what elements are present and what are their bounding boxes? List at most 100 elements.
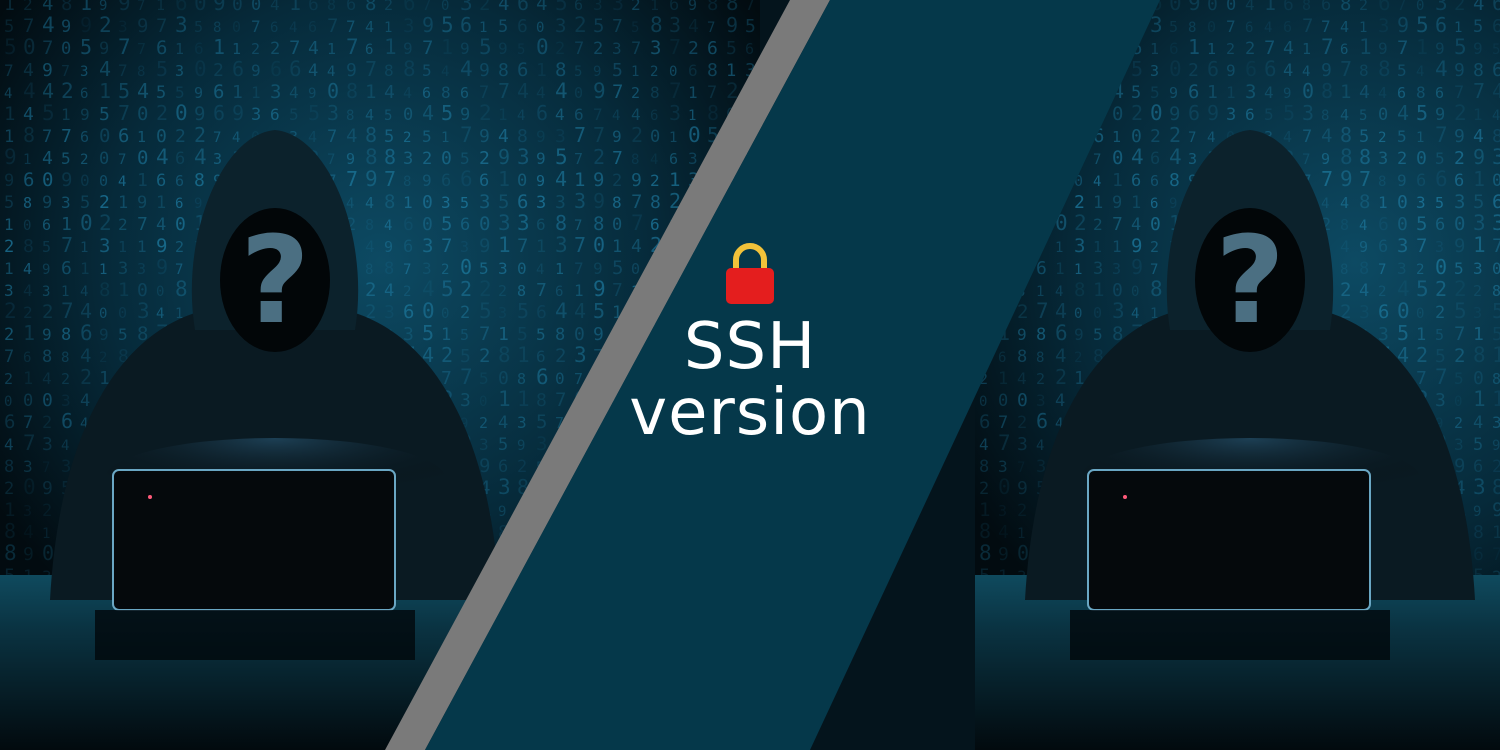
svg-text:6: 6 — [498, 457, 508, 477]
svg-text:1: 1 — [1416, 35, 1428, 59]
svg-text:8: 8 — [555, 59, 566, 81]
svg-text:0: 0 — [1397, 299, 1410, 323]
svg-text:6: 6 — [1283, 0, 1294, 15]
svg-text:9: 9 — [1207, 101, 1219, 125]
svg-text:4: 4 — [61, 438, 69, 454]
svg-text:5: 5 — [1093, 325, 1103, 344]
svg-text:6: 6 — [42, 216, 51, 234]
svg-text:1: 1 — [669, 169, 680, 191]
svg-text:1: 1 — [1055, 259, 1065, 278]
svg-text:0: 0 — [1492, 259, 1500, 278]
svg-text:0: 0 — [441, 148, 452, 169]
svg-text:5: 5 — [194, 18, 203, 36]
svg-text:9: 9 — [194, 103, 205, 125]
svg-text:5: 5 — [631, 20, 639, 36]
svg-text:9: 9 — [1473, 145, 1485, 169]
svg-text:1: 1 — [1473, 105, 1483, 124]
svg-text:8: 8 — [1340, 145, 1353, 169]
svg-text:8: 8 — [365, 0, 376, 15]
svg-text:2: 2 — [441, 262, 449, 278]
svg-text:7: 7 — [460, 365, 473, 389]
svg-text:2: 2 — [1055, 365, 1067, 389]
svg-text:9: 9 — [403, 39, 413, 58]
svg-text:4: 4 — [232, 130, 240, 146]
svg-text:2: 2 — [1131, 101, 1143, 125]
svg-text:7: 7 — [1340, 57, 1352, 81]
svg-text:9: 9 — [1454, 126, 1465, 147]
svg-text:4: 4 — [422, 277, 435, 301]
svg-text:4: 4 — [156, 145, 169, 169]
svg-text:9: 9 — [1454, 60, 1465, 81]
svg-text:0: 0 — [498, 368, 509, 389]
svg-text:9: 9 — [1074, 325, 1084, 344]
svg-text:6: 6 — [1169, 39, 1179, 58]
svg-text:8: 8 — [650, 13, 663, 37]
svg-text:9: 9 — [1492, 438, 1500, 454]
svg-text:0: 0 — [441, 0, 449, 14]
svg-text:8: 8 — [61, 0, 72, 15]
svg-text:6: 6 — [1454, 171, 1464, 191]
svg-text:1: 1 — [517, 387, 530, 411]
svg-text:7: 7 — [517, 235, 528, 257]
svg-text:6: 6 — [1492, 0, 1500, 15]
svg-text:4: 4 — [1036, 438, 1044, 454]
svg-text:9: 9 — [1131, 255, 1143, 279]
svg-text:1: 1 — [403, 193, 413, 212]
svg-text:4: 4 — [1055, 391, 1065, 411]
svg-text:3: 3 — [1473, 304, 1482, 322]
svg-text:1: 1 — [441, 35, 453, 59]
svg-text:4: 4 — [517, 79, 529, 103]
svg-text:8: 8 — [1074, 279, 1085, 301]
svg-text:4: 4 — [1340, 106, 1349, 124]
svg-text:7: 7 — [213, 130, 221, 146]
svg-text:1: 1 — [327, 40, 336, 58]
svg-text:3: 3 — [998, 502, 1007, 520]
svg-text:9: 9 — [251, 61, 261, 80]
svg-text:9: 9 — [194, 196, 202, 212]
svg-text:2: 2 — [61, 79, 74, 103]
svg-text:1: 1 — [137, 170, 148, 191]
svg-text:7: 7 — [998, 431, 1011, 455]
svg-text:2: 2 — [1150, 238, 1159, 256]
svg-text:5: 5 — [61, 149, 71, 168]
svg-text:9: 9 — [1226, 61, 1236, 80]
svg-text:4: 4 — [23, 60, 34, 81]
svg-text:1: 1 — [1207, 82, 1218, 103]
svg-text:4: 4 — [498, 413, 508, 433]
svg-text:4: 4 — [346, 196, 354, 212]
svg-text:3: 3 — [251, 105, 261, 125]
svg-text:7: 7 — [498, 79, 510, 103]
svg-text:0: 0 — [574, 84, 583, 102]
svg-text:1: 1 — [61, 105, 71, 124]
svg-text:1: 1 — [650, 0, 659, 14]
svg-text:4: 4 — [308, 38, 319, 59]
svg-text:4: 4 — [1492, 79, 1500, 103]
svg-text:0: 0 — [1473, 368, 1484, 389]
svg-text:6: 6 — [346, 0, 356, 15]
svg-text:1: 1 — [118, 193, 128, 213]
svg-text:0: 0 — [650, 127, 660, 147]
svg-text:3: 3 — [498, 259, 508, 278]
svg-text:2: 2 — [555, 39, 565, 59]
lock-icon — [726, 243, 774, 304]
svg-text:2: 2 — [1226, 40, 1235, 58]
svg-text:1: 1 — [42, 526, 50, 542]
svg-text:0: 0 — [998, 391, 1008, 411]
svg-text:6: 6 — [80, 128, 89, 146]
svg-text:8: 8 — [4, 519, 16, 543]
svg-text:1: 1 — [498, 324, 509, 345]
svg-text:1: 1 — [498, 387, 511, 411]
svg-text:0: 0 — [1435, 255, 1447, 279]
svg-text:3: 3 — [422, 259, 432, 278]
svg-text:0: 0 — [137, 103, 148, 125]
svg-text:0: 0 — [232, 18, 241, 36]
svg-text:0: 0 — [23, 218, 31, 234]
svg-text:9: 9 — [1321, 150, 1330, 168]
svg-text:5: 5 — [422, 61, 432, 80]
svg-text:2: 2 — [593, 145, 605, 169]
svg-text:6: 6 — [745, 40, 754, 58]
svg-text:3: 3 — [669, 101, 681, 125]
svg-text:7: 7 — [42, 37, 53, 59]
svg-text:5: 5 — [555, 145, 568, 169]
svg-text:6: 6 — [403, 301, 414, 323]
